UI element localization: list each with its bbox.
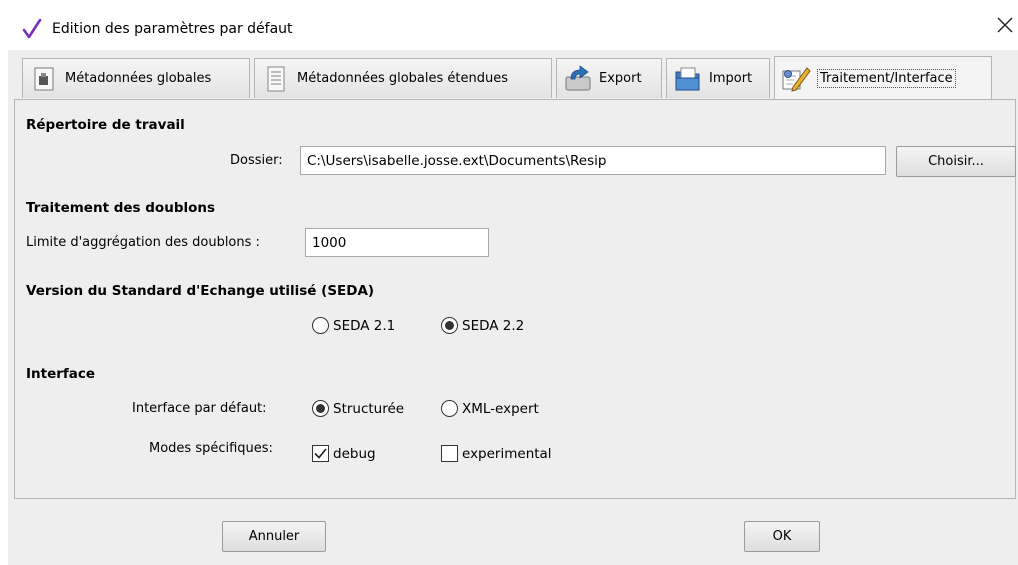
- section-title-seda: Version du Standard d'Echange utilisé (S…: [26, 283, 375, 299]
- tab-import[interactable]: Import: [666, 58, 770, 98]
- radio-circle: [441, 400, 458, 417]
- radio-circle: [441, 317, 458, 334]
- checkmark-icon: [22, 19, 42, 39]
- tab-metadonnees-globales[interactable]: Métadonnées globales: [22, 58, 250, 98]
- cancel-button[interactable]: Annuler: [222, 521, 326, 552]
- duplicates-limit-label: Limite d'aggrégation des doublons :: [26, 235, 260, 250]
- tab-label: Métadonnées globales: [65, 71, 212, 86]
- tab-label: Métadonnées globales étendues: [297, 71, 509, 86]
- default-interface-label: Interface par défaut:: [132, 401, 267, 416]
- checkbox-label: experimental: [462, 445, 552, 462]
- edit-settings-icon: [782, 66, 811, 92]
- radio-label: SEDA 2.2: [462, 317, 525, 334]
- folder-label: Dossier:: [230, 153, 283, 168]
- ok-button[interactable]: OK: [744, 521, 820, 552]
- radio-seda-2-2[interactable]: SEDA 2.2: [441, 317, 524, 334]
- checkbox-box: [312, 445, 329, 462]
- modes-label: Modes spécifiques:: [149, 441, 273, 456]
- window-title: Edition des paramètres par défaut: [52, 21, 293, 37]
- tab-label: Traitement/Interface: [817, 69, 956, 88]
- tab-traitement-interface[interactable]: Traitement/Interface: [774, 56, 992, 100]
- radio-circle: [312, 317, 329, 334]
- checkbox-box: [441, 445, 458, 462]
- tab-label: Import: [709, 71, 753, 86]
- tab-metadonnees-etendues[interactable]: Métadonnées globales étendues: [254, 58, 552, 98]
- window-left-edge: [0, 50, 8, 565]
- checkmark-icon: [314, 448, 327, 459]
- radio-label: Structurée: [333, 400, 405, 417]
- export-icon: [565, 64, 591, 90]
- radio-label: XML-expert: [462, 400, 539, 417]
- folder-path-input[interactable]: C:\Users\isabelle.josse.ext\Documents\Re…: [300, 146, 886, 175]
- checkbox-debug[interactable]: debug: [312, 445, 376, 462]
- tab-export[interactable]: Export: [556, 58, 662, 98]
- section-title-duplicates: Traitement des doublons: [26, 200, 216, 216]
- document-list-icon: [267, 66, 285, 91]
- folder-import-icon: [675, 67, 700, 90]
- duplicates-limit-input[interactable]: 1000: [305, 228, 489, 257]
- close-icon[interactable]: [996, 16, 1014, 34]
- checkbox-label: debug: [333, 445, 376, 462]
- radio-structuree[interactable]: Structurée: [312, 400, 404, 417]
- radio-xml-expert[interactable]: XML-expert: [441, 400, 539, 417]
- choose-folder-button[interactable]: Choisir...: [896, 146, 1016, 177]
- radio-label: SEDA 2.1: [333, 317, 396, 334]
- radio-circle: [312, 400, 329, 417]
- section-title-interface: Interface: [26, 366, 96, 382]
- document-stamp-icon: [34, 67, 54, 90]
- tab-label: Export: [599, 71, 642, 86]
- section-title-workdir: Répertoire de travail: [26, 117, 185, 133]
- radio-seda-2-1[interactable]: SEDA 2.1: [312, 317, 395, 334]
- title-bar: Edition des paramètres par défaut: [0, 0, 1018, 50]
- checkbox-experimental[interactable]: experimental: [441, 445, 552, 462]
